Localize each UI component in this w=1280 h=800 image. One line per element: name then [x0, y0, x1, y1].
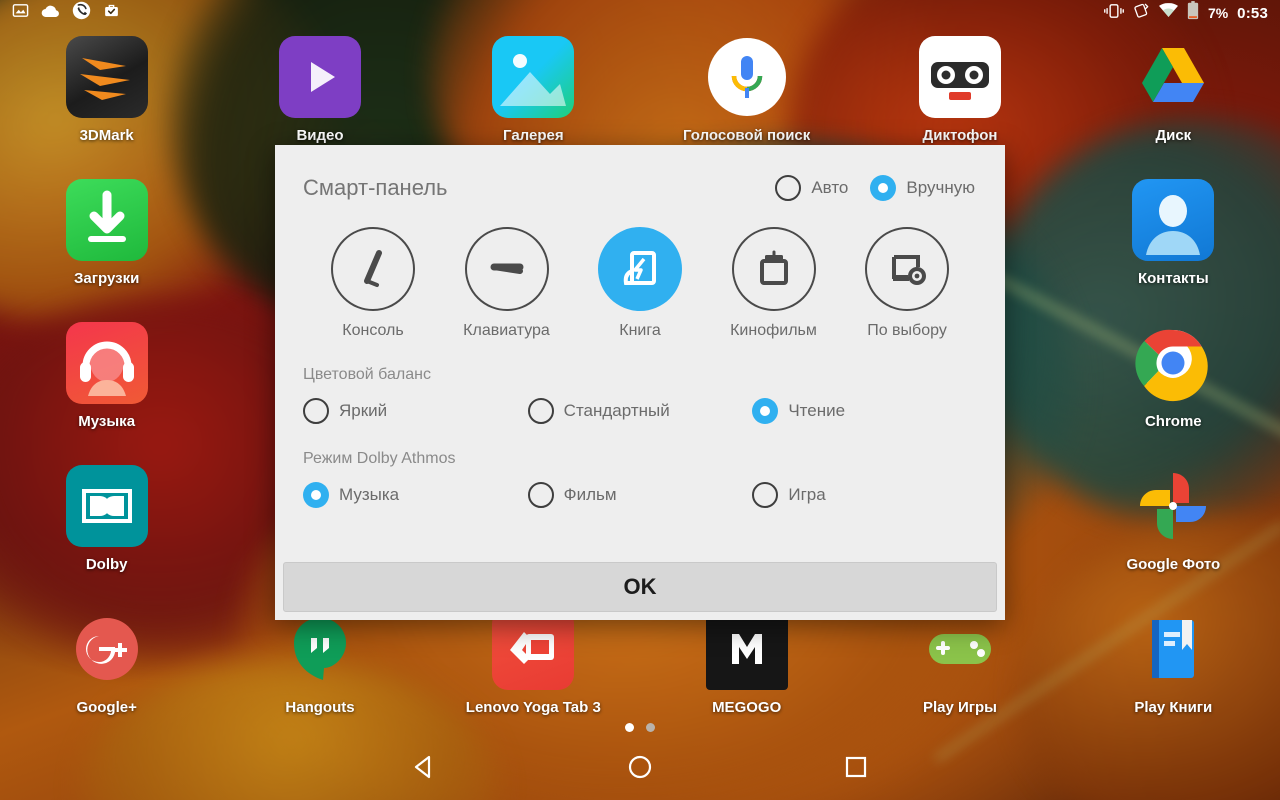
- posture-mode-hang-mode[interactable]: Кинофильм: [710, 227, 838, 340]
- radio-unselected-icon[interactable]: [752, 482, 779, 508]
- device-screen: 7% 0:53 3DMark Видео Галерея Голосовой поис…: [0, 0, 1280, 800]
- dialog-header: Смарт-панель Авто Вручную: [303, 175, 977, 201]
- radio-label: Авто: [811, 178, 849, 197]
- dolby-mode-group: Музыка Фильм Игра: [303, 482, 977, 508]
- radio-label: Фильм: [563, 485, 617, 504]
- smart-panel-dialog: Смарт-панель Авто Вручную Консоль Клавиату…: [275, 145, 1005, 620]
- dolby-mode-option[interactable]: Фильм: [527, 482, 753, 508]
- dialog-title: Смарт-панель: [303, 175, 448, 200]
- dolby-mode-option[interactable]: Игра: [752, 482, 977, 508]
- mode-selector-option[interactable]: Вручную: [870, 175, 975, 201]
- mode-selector-option[interactable]: Авто: [775, 175, 848, 201]
- posture-mode-label: Кинофильм: [730, 322, 817, 339]
- wifi-icon: [1158, 3, 1178, 23]
- keyboard-mode-icon: [464, 227, 549, 311]
- stand-mode-icon: [331, 227, 415, 311]
- briefcase-check-icon: [103, 2, 120, 24]
- color-balance-group: Яркий Стандартный Чтение: [303, 398, 977, 424]
- radio-unselected-icon[interactable]: [303, 398, 329, 424]
- radio-label: Стандартный: [563, 401, 670, 420]
- radio-label: Яркий: [339, 401, 388, 420]
- battery-icon: [1187, 1, 1199, 25]
- hang-mode-icon: [731, 227, 816, 311]
- vibrate-icon: [1104, 3, 1124, 24]
- posture-mode-list: Консоль Клавиатура Книга Кинофильм По выбору: [303, 227, 977, 340]
- status-bar: 7% 0:53: [0, 0, 1280, 26]
- custom-mode-icon: [865, 227, 949, 311]
- radio-selected-icon[interactable]: [303, 482, 329, 508]
- radio-label: Чтение: [788, 401, 846, 420]
- book-mode-icon: [598, 227, 682, 311]
- color-balance-option[interactable]: Чтение: [752, 398, 977, 424]
- radio-label: Вручную: [906, 178, 975, 197]
- radio-unselected-icon[interactable]: [775, 175, 802, 201]
- battery-percent: 7%: [1207, 5, 1229, 21]
- posture-mode-keyboard-mode[interactable]: Клавиатура: [443, 227, 571, 340]
- radio-label: Игра: [788, 485, 826, 504]
- radio-label: Музыка: [339, 485, 400, 504]
- posture-mode-label: Книга: [619, 322, 661, 339]
- cloud-icon: [41, 4, 60, 23]
- viber-icon: [72, 1, 91, 25]
- radio-selected-icon[interactable]: [752, 398, 779, 424]
- screenshot-icon: [12, 2, 29, 24]
- radio-selected-icon[interactable]: [870, 175, 897, 201]
- posture-mode-label: Клавиатура: [463, 322, 550, 339]
- radio-unselected-icon[interactable]: [527, 482, 554, 508]
- posture-mode-custom-mode[interactable]: По выбору: [843, 227, 971, 340]
- color-balance-title: Цветовой баланс: [303, 366, 431, 383]
- rotation-lock-icon: [1133, 2, 1150, 24]
- ok-button[interactable]: OK: [283, 562, 997, 612]
- radio-unselected-icon[interactable]: [527, 398, 554, 424]
- color-balance-option[interactable]: Стандартный: [527, 398, 753, 424]
- posture-mode-label: По выбору: [867, 322, 947, 339]
- dolby-title: Режим Dolby Athmos: [303, 450, 456, 467]
- posture-mode-stand-mode[interactable]: Консоль: [309, 227, 437, 340]
- posture-mode-label: Консоль: [342, 322, 404, 339]
- color-balance-option[interactable]: Яркий: [303, 398, 528, 424]
- posture-mode-book-mode[interactable]: Книга: [576, 227, 704, 340]
- clock: 0:53: [1237, 4, 1268, 22]
- mode-selector-group: Авто Вручную: [775, 175, 977, 201]
- dolby-mode-option[interactable]: Музыка: [303, 482, 528, 508]
